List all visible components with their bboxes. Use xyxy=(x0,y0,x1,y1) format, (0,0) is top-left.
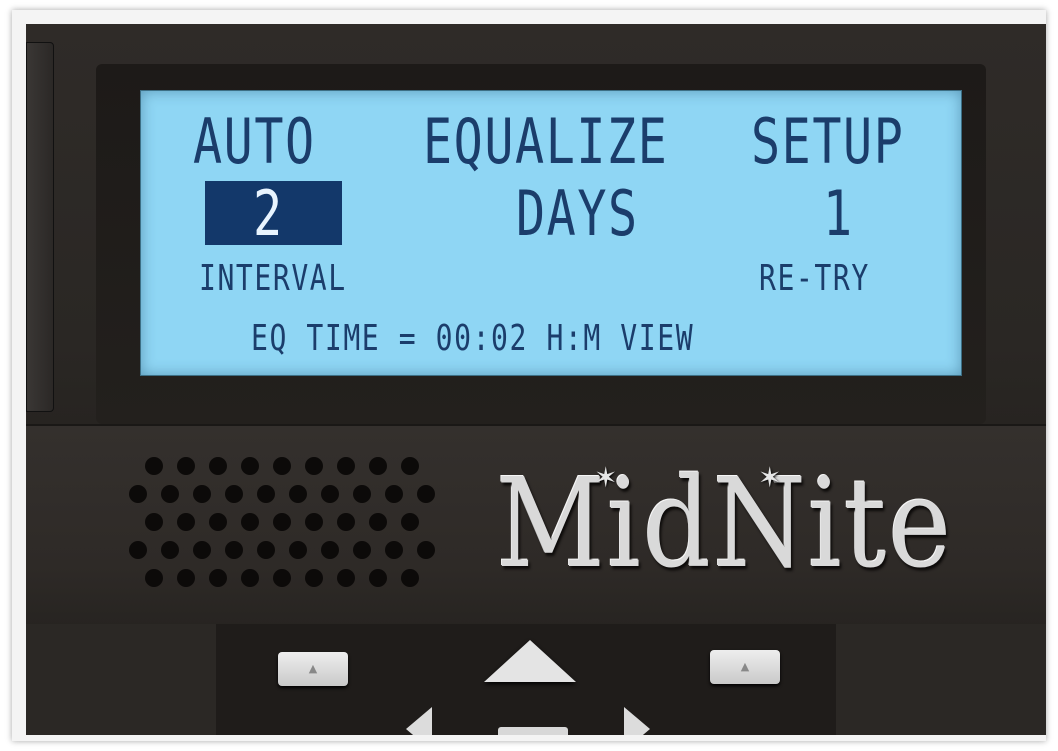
up-arrow-button[interactable] xyxy=(484,640,576,682)
speaker-grille xyxy=(114,436,454,596)
lcd-days-label: DAYS xyxy=(516,177,639,250)
interval-value-field[interactable]: 2 xyxy=(205,181,342,245)
soft-key-left-button[interactable]: ▲ xyxy=(278,652,348,686)
soft-key-right-icon: ▲ xyxy=(740,660,750,673)
right-arrow-button[interactable] xyxy=(624,707,650,735)
lcd-setup-label: SETUP xyxy=(751,105,905,178)
retry-value[interactable]: 1 xyxy=(823,183,854,245)
down-arrow-button[interactable] xyxy=(498,727,568,735)
interval-value: 2 xyxy=(253,177,284,250)
lcd-equalize-label: EQUALIZE xyxy=(423,105,669,178)
interval-label: INTERVAL xyxy=(199,258,347,299)
keypad-left-panel xyxy=(26,624,216,735)
lcd-screen: AUTO EQUALIZE SETUP 2 DAYS 1 INTERVAL RE… xyxy=(140,90,962,376)
eq-time-line: EQ TIME = 00:02 H:M VIEW xyxy=(251,318,695,359)
logo-text: MidNite xyxy=(496,452,953,596)
side-edge xyxy=(26,42,54,412)
keypad-right-panel xyxy=(836,624,1046,735)
left-arrow-button[interactable] xyxy=(406,707,432,735)
retry-label: RE-TRY xyxy=(759,258,870,299)
logo-star-icon: ✶ xyxy=(594,461,618,494)
speaker-holes-icon xyxy=(129,457,435,587)
soft-key-left-icon: ▲ xyxy=(308,662,318,675)
soft-key-right-button[interactable]: ▲ xyxy=(710,650,780,684)
midnite-logo: MidNite ✶ ✶ xyxy=(496,454,951,594)
charge-controller-device: AUTO EQUALIZE SETUP 2 DAYS 1 INTERVAL RE… xyxy=(26,24,1046,735)
lcd-auto-label: AUTO xyxy=(193,105,316,178)
logo-star-icon: ✶ xyxy=(758,461,782,494)
